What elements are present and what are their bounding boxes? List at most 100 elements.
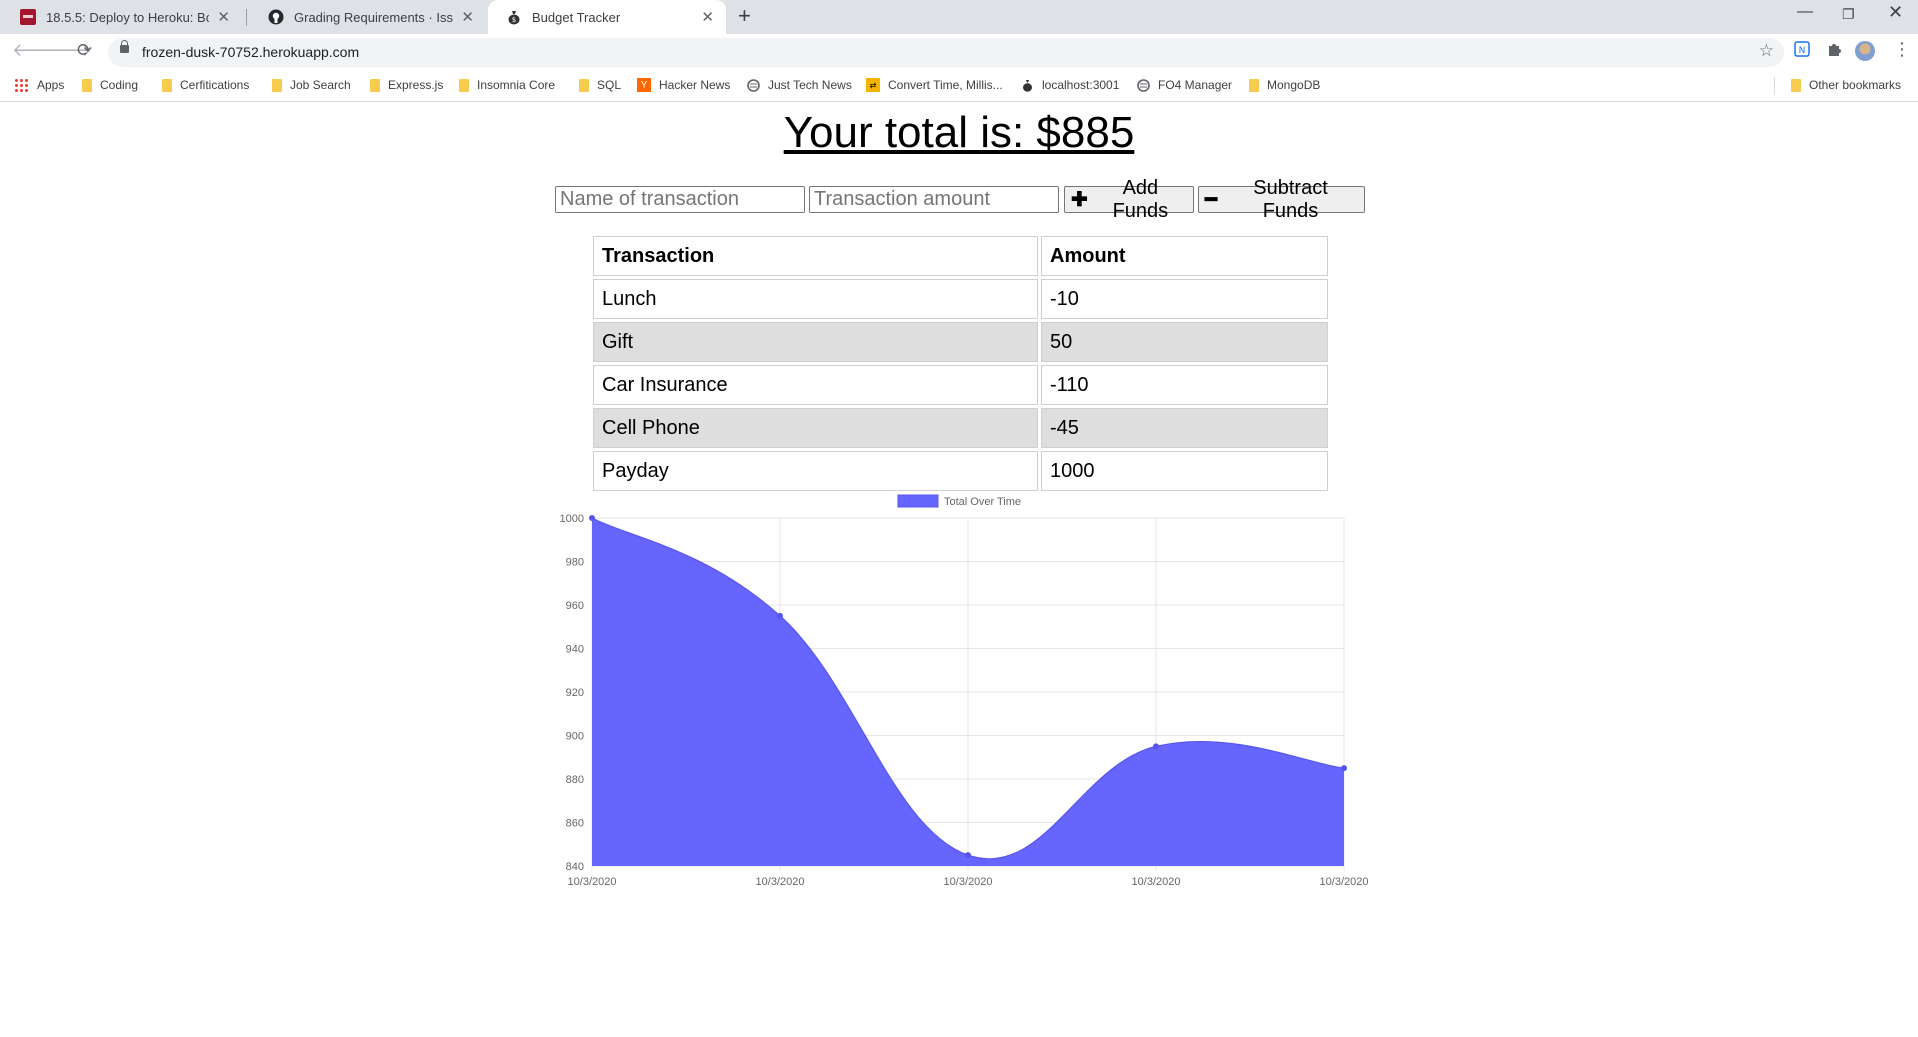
total-over-time-chart: 1000 980 960 940 920 900 880 860 840 10/3/2020 10/… [560,494,1369,888]
x-tick-label: 10/3/2020 [1132,876,1181,888]
apps-grid-icon [14,78,28,92]
github-icon [268,9,284,25]
y-tick-label: 960 [566,600,584,612]
y-tick-label: 940 [566,644,584,656]
folder-icon [162,78,172,92]
lock-icon [120,40,129,53]
tab-budget-tracker[interactable]: $ Budget Tracker ✕ [488,0,726,34]
new-tab-button[interactable]: + [738,3,751,29]
x-tick-label: 10/3/2020 [568,876,617,888]
bookmarks-bar: Apps Coding Cerfitications Job Search Ex… [0,71,1918,102]
converter-icon: ⇄ [866,78,880,92]
chart-container: 1000 980 960 940 920 900 880 860 840 10/3/2020 10/… [540,488,1380,900]
x-tick-label: 10/3/2020 [756,876,805,888]
minimize-button[interactable]: — [1797,3,1813,21]
table-row: Payday 1000 [593,451,1328,491]
kebab-menu-icon[interactable]: ⋮ [1893,39,1911,60]
bookmark-label: MongoDB [1267,78,1321,92]
bookmark-coding[interactable]: Coding [82,78,138,92]
globe-icon [746,78,760,92]
transaction-name-input[interactable] [555,186,805,213]
bookmark-localhost[interactable]: localhost:3001 [1020,78,1119,92]
x-tick-label: 10/3/2020 [944,876,993,888]
bookmark-expressjs[interactable]: Express.js [370,78,443,92]
folder-icon [82,78,92,92]
plus-icon: ✚ [1071,189,1088,211]
bookmark-label: Convert Time, Millis... [888,78,1003,92]
url-text[interactable]: frozen-dusk-70752.herokuapp.com [142,44,359,60]
data-point [1153,743,1159,750]
svg-text:N: N [1799,46,1806,56]
money-bag-icon [1020,78,1034,92]
table-row: Car Insurance -110 [593,365,1328,405]
tab-separator [246,9,247,26]
tab-bootcamp[interactable]: 18.5.5: Deploy to Heroku: Bootca ✕ [2,0,242,34]
table-row: Lunch -10 [593,279,1328,319]
transaction-amount-cell: -10 [1041,279,1328,319]
folder-icon [272,78,282,92]
y-tick-label: 880 [566,774,584,786]
transaction-amount-input[interactable] [809,186,1059,213]
y-tick-label: 1000 [560,513,584,525]
x-tick-label: 10/3/2020 [1320,876,1369,888]
data-point [1341,765,1347,772]
restore-button[interactable]: ❐ [1842,6,1855,23]
bookmark-label: Insomnia Core [477,78,556,92]
bookmark-convert-time[interactable]: ⇄ Convert Time, Millis... [866,78,1003,92]
bookmark-label: Express.js [388,78,444,92]
svg-text:$: $ [512,16,516,24]
money-bag-icon: $ [506,9,522,25]
data-point [965,852,971,859]
bookmark-label: Coding [100,78,139,92]
y-tick-label: 980 [566,557,584,569]
add-funds-label: Add Funds [1112,176,1169,222]
bookmark-certifications[interactable]: Cerfitications [162,78,249,92]
close-icon[interactable]: ✕ [217,8,230,26]
subtract-funds-button[interactable]: ━ Subtract Funds [1198,177,1365,222]
bookmark-label: localhost:3001 [1042,78,1120,92]
bookmark-sql[interactable]: SQL [579,78,621,92]
y-tick-label: 860 [566,818,584,830]
close-window-button[interactable]: ✕ [1888,2,1903,23]
folder-icon [370,78,380,92]
bookmark-other[interactable]: Other bookmarks [1791,78,1901,92]
bookmark-hacker-news[interactable]: Y Hacker News [637,78,730,92]
data-point [777,612,783,619]
tab-title: Budget Tracker [532,9,621,25]
bootcamp-icon [20,9,36,25]
add-funds-button[interactable]: ✚ Add Funds [1064,177,1194,222]
address-bar[interactable]: frozen-dusk-70752.herokuapp.com ☆ [108,38,1784,67]
transaction-amount-cell: -45 [1041,408,1328,448]
legend-swatch [897,494,939,508]
subtract-funds-label: Subtract Funds [1253,176,1328,222]
transaction-name-cell: Car Insurance [593,365,1038,405]
close-icon[interactable]: ✕ [701,8,714,26]
bookmark-label: Other bookmarks [1809,78,1902,92]
extension-icon[interactable]: N [1794,41,1810,61]
bookmark-insomnia-core[interactable]: Insomnia Core [459,78,555,92]
column-header: Amount [1041,236,1328,276]
puzzle-icon[interactable] [1826,41,1842,61]
folder-icon [1249,78,1259,92]
tab-github-issue[interactable]: Grading Requirements · Issue #6 ✕ [250,0,486,34]
bookmarks-divider [1774,77,1775,95]
y-tick-label: 840 [566,861,584,873]
total-heading: Your total is: $885 [783,108,1135,157]
data-point [589,515,595,521]
hacker-news-icon: Y [637,78,651,92]
bookmark-fo4-manager[interactable]: FO4 Manager [1136,78,1232,92]
bookmark-just-tech-news[interactable]: Just Tech News [746,78,852,92]
folder-icon [459,78,469,92]
profile-avatar[interactable] [1855,41,1875,61]
close-icon[interactable]: ✕ [461,8,474,26]
transaction-name-cell: Payday [593,451,1038,491]
bookmark-job-search[interactable]: Job Search [272,78,351,92]
reload-button[interactable]: ⟳ [77,40,92,61]
globe-icon [1136,78,1150,92]
bookmark-star-icon[interactable]: ☆ [1759,41,1774,61]
transaction-amount-cell: -110 [1041,365,1328,405]
tab-strip: 18.5.5: Deploy to Heroku: Bootca ✕ Gradi… [0,0,1918,34]
bookmark-mongodb[interactable]: MongoDB [1249,78,1320,92]
table-row: Cell Phone -45 [593,408,1328,448]
bookmark-apps[interactable]: Apps [14,78,64,92]
